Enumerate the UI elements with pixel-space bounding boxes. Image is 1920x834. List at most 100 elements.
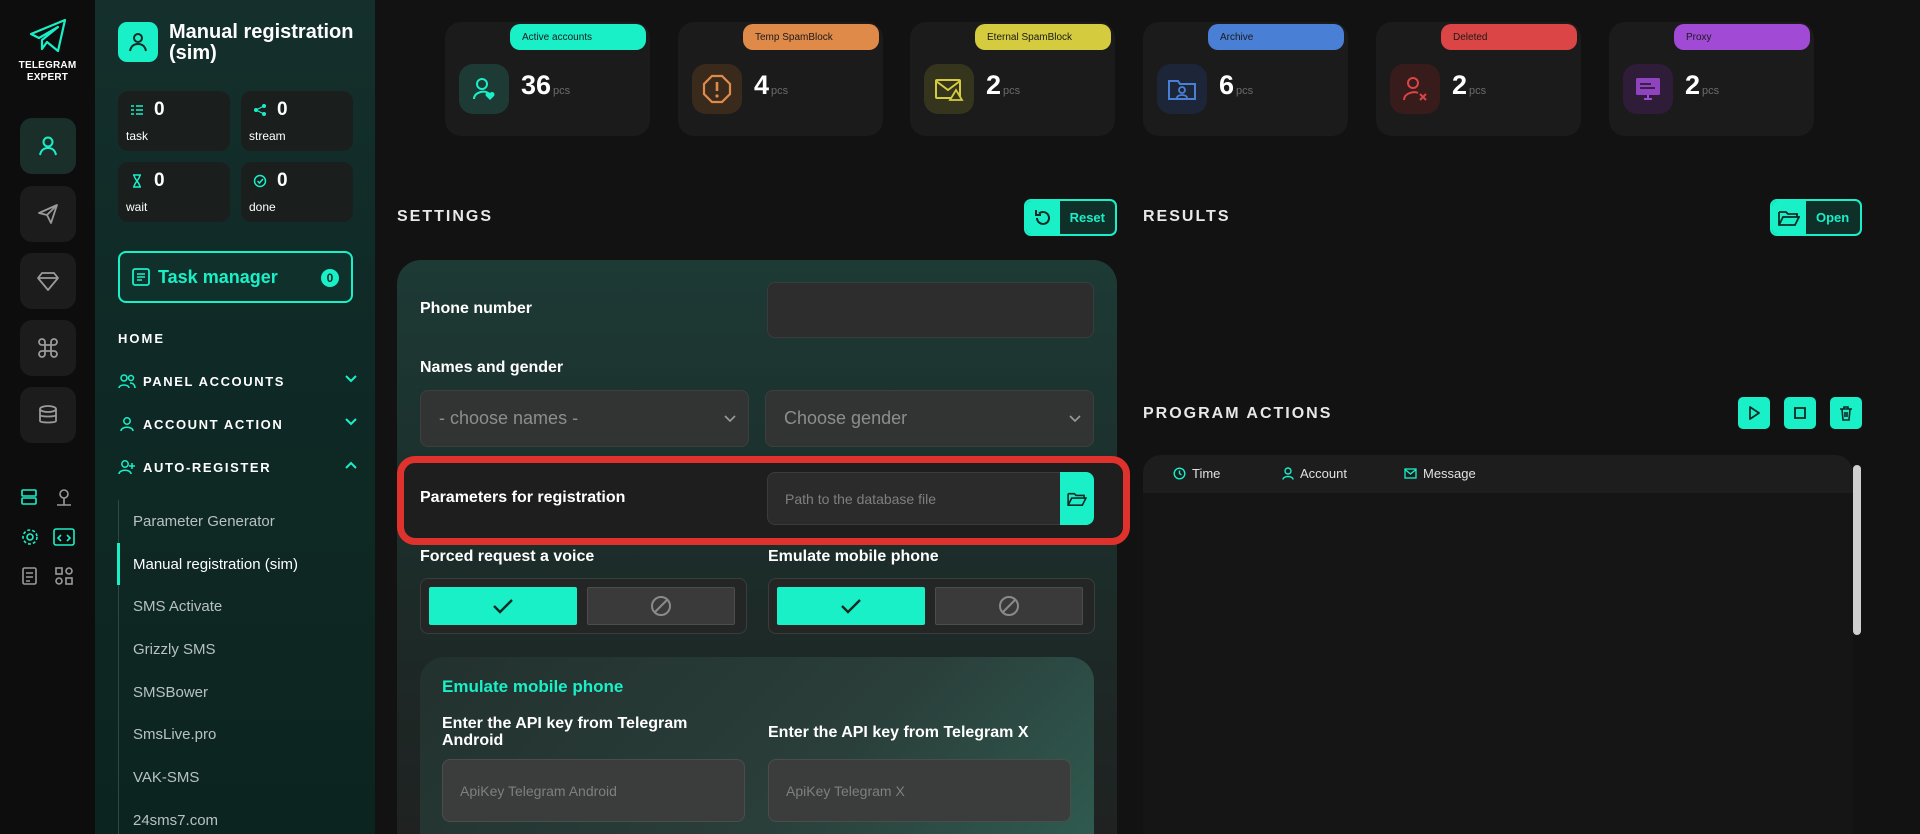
check-circle-icon — [253, 174, 267, 188]
stat-card-temp-spamblock[interactable]: Temp SpamBlock 4 pcs — [678, 22, 883, 136]
task-manager-count: 0 — [321, 269, 339, 287]
deleted-unit: pcs — [1469, 85, 1487, 97]
stop-icon — [1794, 407, 1806, 419]
stat-card-deleted[interactable]: Deleted 2 pcs — [1376, 22, 1581, 136]
submenu-parameter-generator[interactable]: Parameter Generator — [119, 500, 358, 543]
rail-accounts-button[interactable] — [20, 118, 76, 174]
active-accounts-count: 36 pcs — [521, 70, 570, 101]
task-list-icon — [131, 105, 143, 115]
clear-log-button[interactable] — [1830, 397, 1862, 429]
stat-card-archive[interactable]: Archive 6 pcs — [1143, 22, 1348, 136]
rail-logs-button[interactable] — [19, 565, 41, 587]
stat-card-proxy[interactable]: Proxy 2 pcs — [1609, 22, 1814, 136]
rail-profile-button[interactable] — [53, 486, 75, 508]
warning-octagon-icon — [692, 64, 742, 114]
app-logo: TELEGRAM EXPERT — [0, 18, 95, 84]
phone-number-input[interactable] — [767, 282, 1094, 338]
names-select[interactable]: - choose names - — [420, 390, 749, 447]
nav-auto-register-label: AUTO-REGISTER — [143, 459, 272, 475]
stat-task: 0 task — [118, 91, 230, 151]
proxy-monitor-icon — [1623, 64, 1673, 114]
apps-grid-icon — [55, 567, 73, 585]
task-manager-button[interactable]: Task manager 0 — [118, 251, 353, 303]
rail-settings-button[interactable] — [19, 526, 41, 548]
archive-unit: pcs — [1236, 85, 1254, 97]
nav-account-action-label: ACCOUNT ACTION — [143, 416, 284, 432]
highlight-annotation — [397, 456, 1130, 545]
badge-temp-spamblock: Temp SpamBlock — [743, 24, 879, 50]
badge-archive: Archive — [1208, 24, 1344, 50]
api-x-label: Enter the API key from Telegram X — [768, 724, 1029, 741]
rail-commands-button[interactable] — [20, 320, 76, 376]
eternal-spamblock-unit: pcs — [1003, 85, 1021, 97]
checkmark-icon — [841, 599, 861, 614]
chevron-up-icon — [345, 461, 357, 469]
api-android-input[interactable]: ApiKey Telegram Android — [442, 759, 745, 822]
send-icon — [38, 204, 58, 224]
code-window-icon — [53, 528, 75, 546]
sidebar: Manual registration (sim) 0 task 0 strea… — [95, 0, 375, 834]
user-add-icon — [118, 460, 135, 475]
diamond-icon — [37, 272, 59, 291]
command-icon — [38, 338, 58, 358]
mail-warning-icon — [924, 64, 974, 114]
nav-panel-accounts[interactable]: PANEL ACCOUNTS — [118, 371, 358, 391]
rail-apps-button[interactable] — [53, 565, 75, 587]
emulate-phone-enable-button[interactable] — [777, 587, 925, 625]
rail-mailing-button[interactable] — [20, 186, 76, 242]
user-remove-icon — [1390, 64, 1440, 114]
checkmark-icon — [493, 599, 513, 614]
open-results-button[interactable]: Open — [1770, 199, 1862, 236]
reset-icon — [1026, 201, 1060, 234]
user-pin-icon — [57, 489, 71, 506]
document-list-icon — [22, 567, 37, 585]
mail-icon — [1404, 468, 1417, 479]
active-accounts-value: 36 — [521, 70, 552, 100]
submenu-24sms7[interactable]: 24sms7.com — [119, 799, 358, 834]
sidebar-header: Manual registration (sim) — [118, 22, 369, 64]
rail-database-button[interactable] — [20, 387, 76, 443]
deleted-value: 2 — [1452, 70, 1468, 100]
submenu-manual-registration[interactable]: Manual registration (sim) — [117, 542, 358, 586]
results-title: RESULTS — [1143, 208, 1231, 225]
emulate-phone-label: Emulate mobile phone — [768, 548, 939, 565]
stat-wait-label: wait — [126, 200, 148, 214]
nav-auto-register[interactable]: AUTO-REGISTER — [118, 457, 358, 477]
logo-line1: TELEGRAM — [18, 60, 77, 71]
program-actions-log: Time Account Message — [1143, 455, 1853, 834]
stat-done-label: done — [249, 200, 276, 214]
emulate-phone-disable-button[interactable] — [935, 587, 1083, 625]
user-heart-icon — [459, 64, 509, 114]
stop-button[interactable] — [1784, 397, 1816, 429]
deleted-count: 2 pcs — [1452, 70, 1486, 101]
submenu-smslive[interactable]: SmsLive.pro — [119, 713, 358, 756]
app-window: TELEGRAM EXPERT Manual registration (sim… — [0, 0, 1920, 834]
submenu-vak-sms[interactable]: VAK-SMS — [119, 756, 358, 799]
stat-card-eternal-spamblock[interactable]: Eternal SpamBlock 2 pcs — [910, 22, 1115, 136]
forced-voice-enable-button[interactable] — [429, 587, 577, 625]
nav-account-action[interactable]: ACCOUNT ACTION — [118, 414, 358, 434]
api-x-input[interactable]: ApiKey Telegram X — [768, 759, 1071, 822]
trash-icon — [1840, 406, 1852, 421]
reset-button[interactable]: Reset — [1024, 199, 1117, 236]
stat-task-label: task — [126, 129, 149, 143]
emulate-card-title: Emulate mobile phone — [442, 677, 624, 696]
temp-spamblock-value: 4 — [754, 70, 770, 100]
submenu-smsbower[interactable]: SMSBower — [119, 671, 358, 714]
start-button[interactable] — [1738, 397, 1770, 429]
temp-spamblock-count: 4 pcs — [754, 70, 788, 101]
forced-voice-disable-button[interactable] — [587, 587, 735, 625]
rail-server-button[interactable] — [19, 486, 41, 508]
archive-count: 6 pcs — [1219, 70, 1253, 101]
submenu-sms-activate[interactable]: SMS Activate — [119, 585, 358, 628]
ban-icon — [999, 596, 1019, 616]
log-scrollbar[interactable] — [1853, 465, 1861, 635]
nav-home[interactable]: HOME — [118, 331, 165, 346]
rail-premium-button[interactable] — [20, 253, 76, 309]
stat-card-active-accounts[interactable]: Active accounts 36 pcs — [445, 22, 650, 136]
submenu-grizzly-sms[interactable]: Grizzly SMS — [119, 628, 358, 671]
proxy-value: 2 — [1685, 70, 1701, 100]
gender-select[interactable]: Choose gender — [765, 390, 1094, 447]
rail-code-button[interactable] — [53, 526, 75, 548]
phone-number-label: Phone number — [420, 300, 533, 317]
